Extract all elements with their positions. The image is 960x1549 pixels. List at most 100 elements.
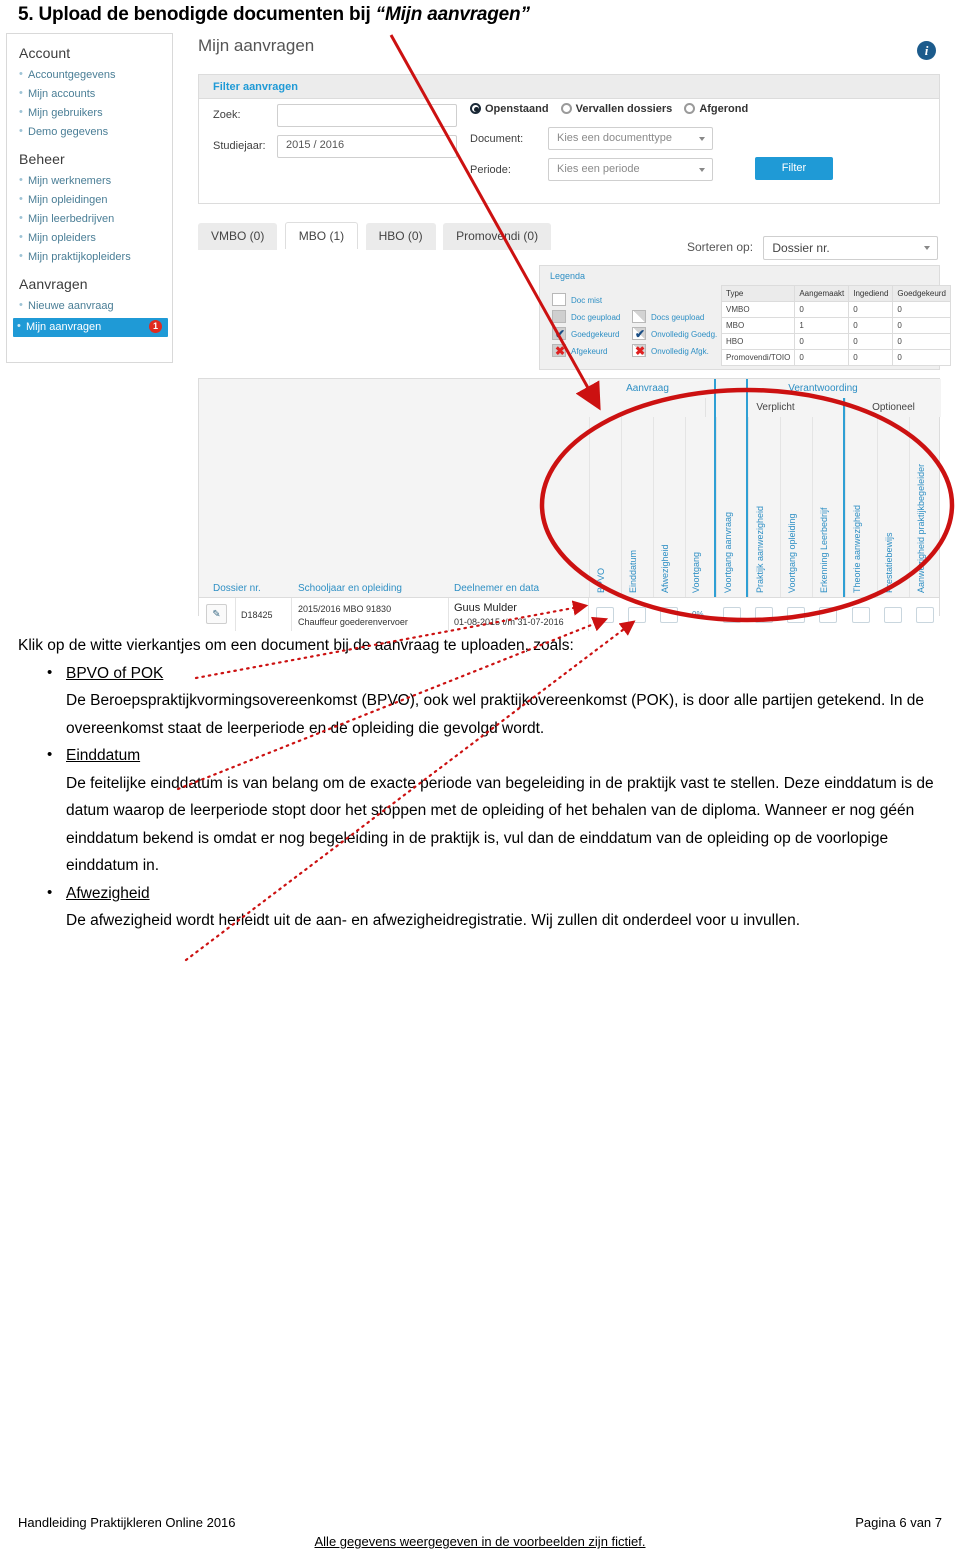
aanvragen-table: Aanvraag Verantwoording Verplicht Option… (198, 378, 941, 631)
sort-select-value: Dossier nr. (772, 241, 830, 255)
column-voortgang-opleiding: Voortgang opleiding (780, 417, 812, 597)
section-divider-aanvraag (714, 379, 716, 597)
check-icon: ✔ (634, 327, 646, 341)
sidebar-item-label: Mijn gebruikers (28, 107, 103, 119)
info-icon[interactable]: i (917, 41, 936, 60)
stats-cell: 0 (892, 333, 951, 350)
sort-control: Sorteren op: Dossier nr. (687, 236, 939, 260)
legend-label: Onvolledig Goedg. (651, 330, 718, 339)
tab-promovendi[interactable]: Promovendi (0) (443, 223, 552, 250)
tab-vmbo[interactable]: VMBO (0) (198, 223, 278, 250)
radio-vervallen-dossiers[interactable]: Vervallen dossiers (560, 103, 673, 115)
studiejaar-input[interactable]: 2015 / 2016 (277, 135, 457, 158)
sidebar-item-mijn-werknemers[interactable]: Mijn werknemers (17, 172, 162, 191)
upload-checkbox-bpvo[interactable] (596, 607, 614, 623)
upload-checkbox-voortgang-opleiding[interactable] (787, 607, 805, 623)
sidebar-item-label: Demo gegevens (28, 126, 109, 138)
legend-item-goedgekeurd: ✔ Goedgekeurd (552, 326, 620, 343)
main-panel: Mijn aanvragen i Filter aanvragen Zoek: … (191, 30, 954, 631)
legend-column-right: Docs geupload ✔ Onvolledig Goedg. ✖ Onvoll… (632, 309, 717, 360)
sidebar-item-demo-gegevens[interactable]: Demo gegevens (17, 123, 162, 142)
sidebar-item-label: Mijn accounts (28, 88, 96, 100)
sidebar-item-mijn-leerbedrijven[interactable]: Mijn leerbedrijven (17, 210, 162, 229)
column-erkenning-leerbedrijf: Erkenning Leerbedrijf (812, 417, 845, 597)
upload-checkbox-afwezigheid[interactable] (660, 607, 678, 623)
doc-uploaded-icon (552, 310, 566, 323)
column-praktijk-aanwezigheid: Praktijk aanwezigheid (748, 417, 780, 597)
radio-label: Openstaand (485, 103, 549, 115)
cell-opleiding: Chauffeur goederenvervoer (298, 617, 408, 627)
legend-panel: Legenda Doc mist Doc geupload ✔ Goedgekeu… (539, 265, 951, 370)
sidebar-item-mijn-praktijkopleiders[interactable]: Mijn praktijkopleiders (17, 248, 162, 267)
tab-hbo[interactable]: HBO (0) (365, 223, 436, 250)
stats-header-aangemaakt: Aangemaakt (794, 285, 850, 302)
bullet-title: Afwezigheid (66, 884, 150, 902)
upload-checkbox-aanwezigheid-praktijkbegeleider[interactable] (916, 607, 934, 623)
upload-checkbox-erkenning-leerbedrijf[interactable] (819, 607, 837, 623)
legend-label: Doc mist (571, 296, 603, 305)
upload-checkbox-praktijk-aanwezigheid[interactable] (755, 607, 773, 623)
upload-checkbox-einddatum[interactable] (628, 607, 646, 623)
chevron-down-icon (699, 168, 705, 172)
filter-panel: Filter aanvragen Zoek: Studiejaar: 2015 … (198, 74, 940, 204)
status-radio-group: Openstaand Vervallen dossiers Afgerond (470, 103, 748, 115)
edit-icon[interactable]: ✎ (206, 604, 227, 624)
radio-openstaand[interactable]: Openstaand (470, 103, 549, 115)
radio-icon (560, 103, 572, 114)
radio-icon (684, 103, 696, 114)
sidebar-item-mijn-aanvragen[interactable]: Mijn aanvragen 1 (13, 318, 168, 337)
column-prestatiebewijs: Prestatiebewijs (877, 417, 909, 597)
legend-item-doc-geupload: Doc geupload (552, 309, 620, 326)
periode-select[interactable]: Kies een periode (548, 158, 713, 181)
upload-checkbox-voortgang-aanvraag[interactable] (723, 607, 741, 623)
stats-cell: 0 (848, 349, 894, 366)
zoek-label: Zoek: (213, 109, 241, 121)
column-voortgang: Voortgang (685, 417, 716, 597)
approved-icon: ✔ (552, 327, 566, 341)
column-label: Theorie aanwezigheid (851, 504, 862, 593)
column-einddatum: Einddatum (621, 417, 653, 597)
sidebar-item-mijn-opleidingen[interactable]: Mijn opleidingen (17, 191, 162, 210)
sidebar-item-label: Mijn werknemers (28, 175, 112, 187)
sidebar-item-mijn-opleiders[interactable]: Mijn opleiders (17, 229, 162, 248)
group-header-verantwoording: Verantwoording (705, 379, 941, 398)
list-item: BPVO of POK De Beroepspraktijkvormingsov… (18, 659, 942, 743)
sidebar: Account Accountgegevens Mijn accounts Mi… (6, 33, 173, 363)
sort-label: Sorteren op: (687, 240, 754, 255)
sidebar-item-mijn-accounts[interactable]: Mijn accounts (17, 85, 162, 104)
filter-button[interactable]: Filter (755, 157, 833, 180)
bullet-body: De afwezigheid wordt herleidt uit de aan… (66, 912, 801, 929)
sidebar-item-accountgegevens[interactable]: Accountgegevens (17, 66, 162, 85)
chevron-down-icon (699, 137, 705, 141)
radio-afgerond[interactable]: Afgerond (684, 103, 748, 115)
column-dossier-nr: Dossier nr. (213, 583, 261, 594)
sidebar-item-mijn-gebruikers[interactable]: Mijn gebruikers (17, 104, 162, 123)
cell-voortgang: 0% (692, 610, 704, 619)
legend-label: Doc geupload (571, 313, 621, 322)
panel-title: Mijn aanvragen (198, 36, 315, 55)
column-label: Prestatiebewijs (883, 532, 894, 593)
column-bpvo: BPVO (589, 417, 621, 597)
table-row: Promovendi/TOIO 0 0 0 (720, 349, 951, 366)
sub-header-verplicht: Verplicht (705, 398, 845, 417)
section-divider-verantwoording (746, 379, 748, 597)
stats-cell: 0 (848, 317, 894, 334)
document-select[interactable]: Kies een documenttype (548, 127, 713, 150)
bullet-title: Einddatum (66, 747, 141, 764)
sidebar-group-title-beheer: Beheer (19, 151, 65, 167)
stats-header-ingediend: Ingediend (848, 285, 894, 302)
sort-select[interactable]: Dossier nr. (763, 236, 939, 260)
radio-label: Vervallen dossiers (575, 103, 673, 115)
doc-missing-icon (552, 293, 566, 306)
legend-item-afgekeurd: ✖ Afgekeurd (552, 343, 620, 360)
periode-select-value: Kies een periode (557, 163, 640, 175)
sidebar-item-nieuwe-aanvraag[interactable]: Nieuwe aanvraag (17, 297, 162, 316)
chevron-down-icon (924, 246, 931, 250)
upload-checkbox-theorie-aanwezigheid[interactable] (852, 607, 870, 623)
zoek-input[interactable] (277, 104, 457, 127)
tab-mbo[interactable]: MBO (1) (284, 222, 359, 249)
rotated-header-row: BPVO Einddatum Afwezigheid Voortgang Voo… (199, 417, 939, 597)
legend-label: Goedgekeurd (571, 330, 620, 339)
partially-rejected-icon: ✖ (632, 344, 646, 358)
upload-checkbox-prestatiebewijs[interactable] (884, 607, 902, 623)
